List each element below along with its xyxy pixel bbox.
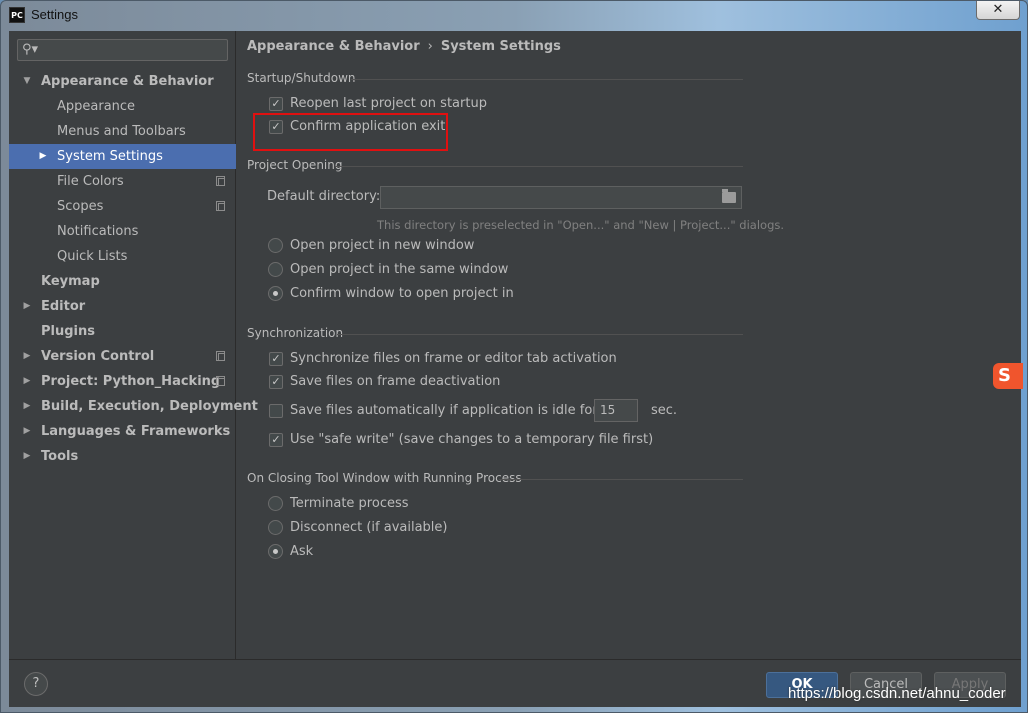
default-directory-hint: This directory is preselected in "Open..… — [377, 218, 785, 232]
section-divider — [351, 79, 743, 80]
sidebar-item[interactable]: Keymap — [9, 269, 236, 294]
expanded-arrow-icon[interactable]: ▼ — [21, 69, 33, 94]
sidebar-item[interactable]: ▶ Languages & Frameworks — [9, 419, 236, 444]
sidebar-item-label: Appearance — [57, 99, 136, 114]
sidebar-item-label: Tools — [41, 449, 79, 464]
default-directory-label: Default directory: — [267, 189, 381, 204]
idle-seconds-input[interactable]: 15 — [594, 399, 638, 422]
sidebar-item-label: Quick Lists — [57, 249, 128, 264]
watermark-text: https://blog.csdn.net/ahnu_coder — [788, 685, 1006, 702]
sidebar-item-label: System Settings — [57, 149, 163, 164]
sidebar-item[interactable]: ▶ Project: Python_Hacking — [9, 369, 236, 394]
sidebar-item-label: Build, Execution, Deployment — [41, 399, 258, 414]
sidebar-item-label: Version Control — [41, 349, 155, 364]
help-button[interactable]: ? — [24, 672, 48, 696]
collapsed-arrow-icon[interactable]: ▶ — [21, 394, 33, 419]
sidebar-item-label: Keymap — [41, 274, 100, 289]
project-scope-icon — [216, 351, 225, 361]
sidebar-item[interactable]: Menus and Toolbars — [9, 119, 236, 144]
section-divider — [337, 334, 743, 335]
radio-label: Open project in the same window — [290, 262, 509, 277]
sidebar-item[interactable]: Appearance — [9, 94, 236, 119]
ime-badge-icon[interactable]: S — [993, 363, 1023, 389]
radio-button[interactable] — [268, 238, 283, 253]
search-icon[interactable]: ⚲▾ — [22, 42, 38, 57]
red-highlight-box — [253, 113, 448, 151]
collapsed-arrow-icon[interactable]: ▶ — [37, 144, 49, 169]
section-startup-heading: Startup/Shutdown — [247, 71, 356, 85]
collapsed-arrow-icon[interactable]: ▶ — [21, 344, 33, 369]
breadcrumb-separator: › — [427, 39, 433, 54]
sidebar-item-label: Scopes — [57, 199, 104, 214]
project-scope-icon — [216, 201, 225, 211]
default-directory-field[interactable] — [380, 186, 742, 209]
close-window-button[interactable]: ✕ — [976, 1, 1020, 20]
radio-button[interactable] — [268, 262, 283, 277]
sidebar-item[interactable]: ▶ Tools — [9, 444, 236, 469]
breadcrumb: Appearance & Behavior › System Settings — [247, 39, 561, 54]
sidebar-item[interactable]: Scopes — [9, 194, 236, 219]
checkbox[interactable]: ✓ — [269, 352, 283, 366]
search-input[interactable]: ⚲▾ — [17, 39, 228, 61]
sidebar-item-label: Plugins — [41, 324, 95, 339]
section-project-opening-heading: Project Opening — [247, 158, 343, 172]
project-scope-icon — [216, 376, 225, 386]
radio-label: Terminate process — [290, 496, 409, 511]
radio-button[interactable] — [268, 544, 283, 559]
sidebar-item[interactable]: ▼ Appearance & Behavior — [9, 69, 236, 94]
dialog-client: ⚲▾ ▼ Appearance & Behavior Appearance Menus… — [9, 31, 1021, 707]
reopen-label: Reopen last project on startup — [290, 96, 487, 111]
settings-window: PC Settings ✕ ⚲▾ ▼ Appearance & Behavior A… — [0, 0, 1028, 713]
radio-label: Confirm window to open project in — [290, 286, 514, 301]
sidebar-item[interactable]: Quick Lists — [9, 244, 236, 269]
sidebar-item-label: Project: Python_Hacking — [41, 374, 221, 389]
sidebar-item-label: Notifications — [57, 224, 139, 239]
collapsed-arrow-icon[interactable]: ▶ — [21, 419, 33, 444]
settings-sidebar: ⚲▾ ▼ Appearance & Behavior Appearance Menus… — [9, 31, 258, 659]
radio-label: Open project in new window — [290, 238, 475, 253]
folder-icon[interactable] — [722, 189, 736, 203]
sidebar-item-label: File Colors — [57, 174, 124, 189]
window-title: Settings — [31, 7, 78, 22]
collapsed-arrow-icon[interactable]: ▶ — [21, 444, 33, 469]
breadcrumb-parent: Appearance & Behavior — [247, 39, 420, 54]
sync-files-label: Synchronize files on frame or editor tab… — [290, 351, 617, 366]
title-bar: PC Settings ✕ — [1, 1, 1028, 29]
sidebar-item[interactable]: Notifications — [9, 219, 236, 244]
project-scope-icon — [216, 176, 225, 186]
checkbox[interactable]: ✓ — [269, 433, 283, 447]
radio-button[interactable] — [268, 496, 283, 511]
sidebar-item[interactable]: ▶ Version Control — [9, 344, 236, 369]
sidebar-item[interactable]: Plugins — [9, 319, 236, 344]
radio-button[interactable] — [268, 520, 283, 535]
collapsed-arrow-icon[interactable]: ▶ — [21, 369, 33, 394]
breadcrumb-current: System Settings — [440, 39, 561, 54]
save-idle-label: Save files automatically if application … — [290, 403, 598, 418]
sidebar-item[interactable]: ▶ Editor — [9, 294, 236, 319]
save-deactivation-label: Save files on frame deactivation — [290, 374, 501, 389]
section-sync-heading: Synchronization — [247, 326, 344, 340]
settings-content: Appearance & Behavior › System Settings St… — [237, 31, 1021, 659]
checkbox[interactable]: ✓ — [269, 375, 283, 389]
checkbox[interactable]: ✓ — [269, 97, 283, 111]
radio-label: Ask — [290, 544, 314, 559]
sidebar-item-label: Appearance & Behavior — [41, 74, 214, 89]
radio-button[interactable] — [268, 286, 283, 301]
pycharm-app-icon: PC — [9, 7, 25, 23]
collapsed-arrow-icon[interactable]: ▶ — [21, 294, 33, 319]
sidebar-item[interactable]: File Colors — [9, 169, 236, 194]
sidebar-item-label: Editor — [41, 299, 86, 314]
section-divider — [499, 479, 743, 480]
section-divider — [335, 166, 743, 167]
sidebar-item-label: Languages & Frameworks — [41, 424, 231, 439]
safe-write-label: Use "safe write" (save changes to a temp… — [290, 432, 654, 447]
sidebar-item-label: Menus and Toolbars — [57, 124, 186, 139]
radio-label: Disconnect (if available) — [290, 520, 448, 535]
idle-unit-label: sec. — [651, 403, 678, 418]
checkbox[interactable] — [269, 404, 283, 418]
sidebar-item[interactable]: ▶ Build, Execution, Deployment — [9, 394, 258, 419]
section-closing-heading: On Closing Tool Window with Running Proc… — [247, 471, 522, 485]
sidebar-item[interactable]: ▶ System Settings — [9, 144, 236, 169]
